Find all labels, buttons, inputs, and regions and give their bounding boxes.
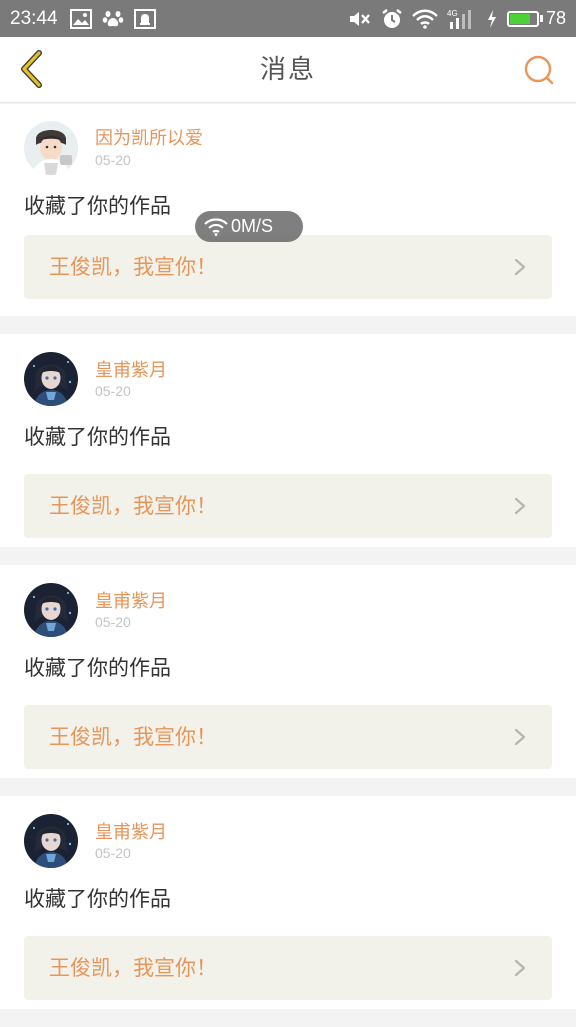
work-link[interactable]: 王俊凯，我宣你！ bbox=[24, 936, 552, 1000]
user-name[interactable]: 皇甫紫月 bbox=[95, 818, 167, 844]
page-title: 消息 bbox=[259, 55, 316, 85]
image-icon bbox=[69, 8, 92, 29]
network-speed-overlay[interactable]: 0M/S bbox=[195, 211, 303, 242]
post-date: 05-20 bbox=[95, 845, 131, 861]
battery-indicator: 78 bbox=[506, 8, 566, 29]
alarm-icon bbox=[381, 8, 403, 30]
post-date: 05-20 bbox=[95, 614, 131, 630]
status-right-icons: 4G 78 bbox=[348, 8, 566, 30]
work-title: 王俊凯，我宣你！ bbox=[49, 494, 217, 518]
avatar[interactable] bbox=[24, 583, 78, 637]
message-card: 皇甫紫月 05-20 收藏了你的作品 王俊凯，我宣你！ bbox=[0, 565, 576, 778]
action-text: 收藏了你的作品 bbox=[24, 425, 171, 449]
app-header: 消息 bbox=[0, 37, 576, 103]
work-title: 王俊凯，我宣你！ bbox=[49, 956, 217, 980]
work-link[interactable]: 王俊凯，我宣你！ bbox=[24, 705, 552, 769]
action-text: 收藏了你的作品 bbox=[24, 887, 171, 911]
charging-icon bbox=[486, 9, 498, 29]
chevron-right-icon bbox=[514, 959, 526, 977]
notification-bell-icon bbox=[133, 8, 156, 29]
work-link[interactable]: 王俊凯，我宣你！ bbox=[24, 474, 552, 538]
avatar[interactable] bbox=[24, 352, 78, 406]
search-icon bbox=[524, 55, 554, 85]
avatar[interactable] bbox=[24, 814, 78, 868]
battery-percent: 78 bbox=[545, 8, 566, 28]
user-name[interactable]: 皇甫紫月 bbox=[95, 587, 167, 613]
work-link[interactable]: 王俊凯，我宣你！ bbox=[24, 235, 552, 299]
chevron-right-icon bbox=[514, 497, 526, 515]
post-date: 05-20 bbox=[95, 383, 131, 399]
work-title: 王俊凯，我宣你！ bbox=[49, 725, 217, 749]
status-bar: 23:44 4G 78 bbox=[0, 0, 576, 37]
signal-icon: 4G bbox=[447, 8, 477, 30]
action-text: 收藏了你的作品 bbox=[24, 656, 171, 680]
battery-fill bbox=[509, 13, 531, 24]
network-type-label: 4G bbox=[447, 9, 458, 18]
action-text: 收藏了你的作品 bbox=[24, 194, 171, 218]
status-time: 23:44 bbox=[10, 7, 58, 29]
paw-icon bbox=[102, 9, 124, 29]
chevron-right-icon bbox=[514, 728, 526, 746]
chevron-right-icon bbox=[514, 258, 526, 276]
user-name[interactable]: 因为凯所以爱 bbox=[95, 124, 203, 150]
post-date: 05-20 bbox=[95, 152, 131, 168]
work-title: 王俊凯，我宣你！ bbox=[49, 255, 217, 279]
message-card: 因为凯所以爱 05-20 收藏了你的作品 王俊凯，我宣你！ bbox=[0, 104, 576, 316]
mute-icon bbox=[348, 9, 372, 29]
user-name[interactable]: 皇甫紫月 bbox=[95, 356, 167, 382]
status-left-icons bbox=[69, 8, 156, 29]
network-speed-text: 0M/S bbox=[231, 216, 274, 236]
search-button[interactable] bbox=[520, 51, 558, 89]
wifi-icon bbox=[204, 217, 228, 236]
avatar[interactable] bbox=[24, 121, 78, 175]
wifi-icon bbox=[412, 9, 438, 29]
message-card: 皇甫紫月 05-20 收藏了你的作品 王俊凯，我宣你！ bbox=[0, 334, 576, 547]
battery-cap bbox=[539, 15, 543, 22]
message-card: 皇甫紫月 05-20 收藏了你的作品 王俊凯，我宣你！ bbox=[0, 796, 576, 1009]
message-list: 因为凯所以爱 05-20 收藏了你的作品 王俊凯，我宣你！ 皇甫紫月 05-20… bbox=[0, 104, 576, 1027]
battery-body bbox=[506, 10, 539, 27]
